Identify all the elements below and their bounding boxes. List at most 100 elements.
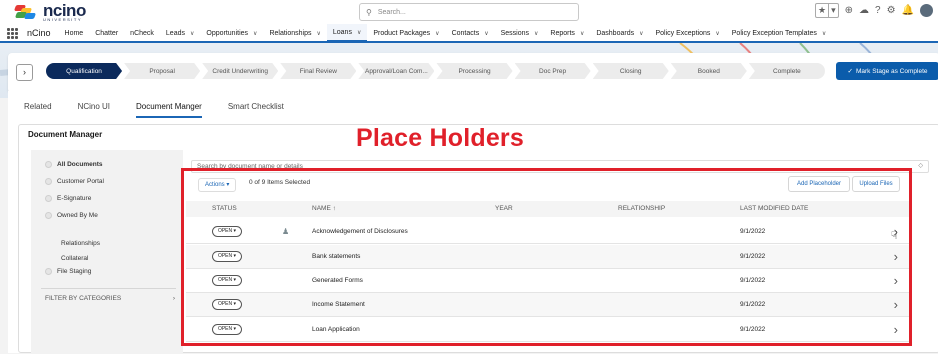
chevron-right-icon[interactable]: › bbox=[894, 322, 898, 337]
nav-item-sessions[interactable]: Sessions ∨ bbox=[495, 24, 545, 42]
sidebar-item-label: Owned By Me bbox=[57, 212, 98, 219]
sidebar-item-all-documents[interactable]: All Documents bbox=[45, 161, 103, 168]
nav-item-product-packages[interactable]: Product Packages ∨ bbox=[367, 24, 445, 42]
column-header-year[interactable]: YEAR bbox=[495, 205, 513, 212]
status-dropdown[interactable]: OPEN ▾ bbox=[212, 324, 242, 335]
column-header-relationship[interactable]: RELATIONSHIP bbox=[618, 205, 665, 212]
column-header-status[interactable]: STATUS bbox=[212, 205, 237, 212]
status-dropdown[interactable]: OPEN ▾ bbox=[212, 275, 242, 286]
trailhead-icon[interactable]: ☁ bbox=[859, 5, 869, 16]
sidebar-item-file-staging[interactable]: File Staging bbox=[45, 268, 91, 275]
table-row[interactable]: OPEN ▾ Bank statements 9/1/2022 › bbox=[186, 245, 910, 269]
document-name[interactable]: Income Statement bbox=[312, 301, 365, 308]
nav-item-policy-exception-templates[interactable]: Policy Exception Templates ∨ bbox=[726, 24, 833, 42]
document-date: 9/1/2022 bbox=[740, 253, 766, 260]
chevron-down-icon[interactable]: ∨ bbox=[580, 30, 584, 37]
table-row[interactable]: OPEN ▾ Generated Forms 9/1/2022 › bbox=[186, 269, 910, 293]
document-date: 9/1/2022 bbox=[740, 301, 766, 308]
favorites-button[interactable]: ★ ▾ bbox=[815, 3, 839, 18]
mark-stage-complete-button[interactable]: ✓ Mark Stage as Complete bbox=[836, 62, 938, 80]
nav-item-reports[interactable]: Reports ∨ bbox=[544, 24, 590, 42]
chevron-down-icon[interactable]: ∨ bbox=[190, 30, 194, 37]
nav-item-home[interactable]: Home bbox=[59, 24, 90, 42]
nav-item-relationships[interactable]: Relationships ∨ bbox=[263, 24, 326, 42]
record-tabs: Related NCino UI Document Manger Smart C… bbox=[24, 99, 310, 118]
nav-item-policy-exceptions[interactable]: Policy Exceptions ∨ bbox=[650, 24, 726, 42]
chevron-down-icon[interactable]: ∨ bbox=[253, 30, 257, 37]
sidebar-item-collateral[interactable]: Collateral bbox=[61, 255, 88, 262]
tab-related[interactable]: Related bbox=[24, 99, 52, 118]
path-step-closing[interactable]: Closing bbox=[593, 63, 669, 79]
nav-item-opportunities[interactable]: Opportunities ∨ bbox=[200, 24, 263, 42]
help-icon[interactable]: ? bbox=[875, 5, 881, 16]
chevron-down-icon[interactable]: ∨ bbox=[639, 30, 643, 37]
table-row[interactable]: OPEN ▾ Income Statement 9/1/2022 › bbox=[186, 293, 910, 317]
path-step-credit-underwriting[interactable]: Credit Underwriting bbox=[202, 63, 278, 79]
nav-item-leads[interactable]: Leads ∨ bbox=[160, 24, 200, 42]
app-name: nCino bbox=[27, 28, 51, 38]
document-name[interactable]: Loan Application bbox=[312, 326, 360, 333]
table-row[interactable]: OPEN ▾ Loan Application 9/1/2022 › bbox=[186, 318, 910, 342]
bell-icon[interactable]: 🔔 bbox=[902, 5, 914, 16]
status-dropdown[interactable]: OPEN ▾ bbox=[212, 226, 242, 237]
chevron-down-icon[interactable]: ∨ bbox=[715, 30, 719, 37]
chevron-right-icon[interactable]: › bbox=[894, 249, 898, 264]
avatar[interactable] bbox=[919, 4, 933, 17]
favorites-dropdown-icon[interactable]: ▾ bbox=[828, 4, 838, 17]
ncino-logo[interactable]: ncino UNIVERSITY bbox=[13, 2, 86, 22]
table-row[interactable]: OPEN ▾ ♟ Acknowledgement of Disclosures … bbox=[186, 220, 910, 244]
status-dropdown[interactable]: OPEN ▾ bbox=[212, 299, 242, 310]
chevron-right-icon[interactable]: › bbox=[894, 273, 898, 288]
star-icon[interactable]: ★ bbox=[816, 4, 828, 17]
tab-ncino-ui[interactable]: NCino UI bbox=[78, 99, 110, 118]
nav-item-ncheck[interactable]: nCheck bbox=[124, 24, 160, 42]
path-step-doc-prep[interactable]: Doc Prep bbox=[515, 63, 591, 79]
nav-item-label: Chatter bbox=[95, 29, 119, 37]
nav-item-chatter[interactable]: Chatter bbox=[89, 24, 124, 42]
chevron-down-icon[interactable]: ∨ bbox=[357, 29, 361, 36]
path-step-qualification[interactable]: Qualification bbox=[46, 63, 122, 79]
upload-files-button[interactable]: Upload Files bbox=[852, 176, 900, 192]
sidebar-divider bbox=[41, 288, 176, 289]
document-search-input[interactable]: Search by document name or details ◇ bbox=[191, 160, 929, 173]
nav-item-dashboards[interactable]: Dashboards ∨ bbox=[590, 24, 649, 42]
path-step-complete[interactable]: Complete bbox=[748, 63, 825, 79]
chevron-right-icon[interactable]: › bbox=[894, 297, 898, 312]
search-options-icon[interactable]: ◇ bbox=[918, 161, 923, 172]
mark-stage-complete-label: Mark Stage as Complete bbox=[855, 67, 928, 75]
path-step-processing[interactable]: Processing bbox=[436, 63, 512, 79]
nav-item-loans[interactable]: Loans ∨ bbox=[326, 24, 368, 42]
chevron-down-icon[interactable]: ∨ bbox=[822, 30, 826, 37]
chevron-down-icon[interactable]: ∨ bbox=[484, 30, 488, 37]
tab-document-manager[interactable]: Document Manger bbox=[136, 99, 202, 118]
path-step-approval[interactable]: Approval/Loan Com... bbox=[358, 63, 434, 79]
document-name[interactable]: Generated Forms bbox=[312, 277, 363, 284]
sidebar-item-relationships[interactable]: Relationships bbox=[61, 240, 100, 247]
tab-smart-checklist[interactable]: Smart Checklist bbox=[228, 99, 284, 118]
nav-item-contacts[interactable]: Contacts ∨ bbox=[446, 24, 495, 42]
sidebar-item-owned-by-me[interactable]: Owned By Me bbox=[45, 212, 98, 219]
chevron-down-icon[interactable]: ∨ bbox=[534, 30, 538, 37]
document-name[interactable]: Acknowledgement of Disclosures bbox=[312, 228, 408, 235]
sidebar-item-e-signature[interactable]: E-Signature bbox=[45, 195, 91, 202]
column-header-name[interactable]: NAME ↑ bbox=[312, 205, 336, 212]
path-toggle-button[interactable]: › bbox=[16, 64, 33, 81]
sidebar-item-customer-portal[interactable]: Customer Portal bbox=[45, 178, 104, 185]
gear-icon[interactable]: ⚙ bbox=[887, 5, 896, 16]
actions-dropdown[interactable]: Actions ▾ bbox=[198, 178, 237, 192]
hand-cursor-icon: ☟ bbox=[891, 230, 898, 242]
path-step-final-review[interactable]: Final Review bbox=[280, 63, 356, 79]
add-icon[interactable]: ⊕ bbox=[845, 5, 853, 16]
path-step-proposal[interactable]: Proposal bbox=[124, 63, 200, 79]
column-header-last-modified[interactable]: LAST MODIFIED DATE bbox=[740, 205, 808, 212]
app-launcher-icon[interactable] bbox=[7, 27, 18, 39]
path-step-booked[interactable]: Booked bbox=[671, 63, 747, 79]
filter-by-categories[interactable]: FILTER BY CATEGORIES › bbox=[45, 295, 175, 302]
status-dropdown[interactable]: OPEN ▾ bbox=[212, 251, 242, 262]
document-name[interactable]: Bank statements bbox=[312, 253, 360, 260]
add-placeholder-button[interactable]: Add Placeholder bbox=[788, 176, 850, 192]
document-filter-sidebar: All Documents Customer Portal E-Signatur… bbox=[31, 150, 183, 354]
global-search-input[interactable]: ⚲ Search... bbox=[359, 3, 579, 21]
chevron-down-icon[interactable]: ∨ bbox=[435, 30, 439, 37]
chevron-down-icon[interactable]: ∨ bbox=[316, 30, 320, 37]
